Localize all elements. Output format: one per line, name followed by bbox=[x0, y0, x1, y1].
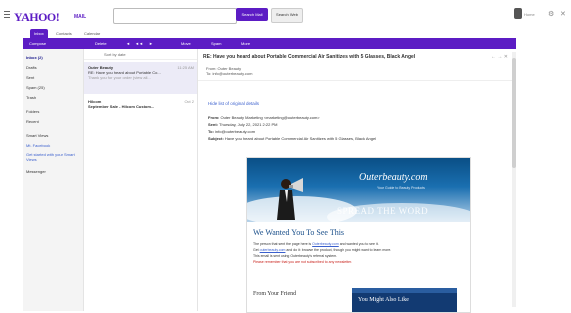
newsletter-heading: We Wanted You To See This bbox=[253, 228, 345, 237]
tab-calendar[interactable]: Calendar bbox=[80, 29, 104, 38]
message-subject: September Sale - Hilcom Custom... bbox=[88, 104, 155, 109]
box-top-bar bbox=[352, 288, 457, 293]
email-subject: RE: Have you heard about Portable Commer… bbox=[203, 54, 416, 60]
close-icon[interactable]: ✕ bbox=[560, 10, 566, 18]
list-item[interactable]: Hilcom Oct 2 September Sale - Hilcom Cus… bbox=[88, 99, 194, 109]
menu-icon[interactable] bbox=[4, 11, 10, 18]
header-to: To: info@outerbeauty.com bbox=[208, 129, 256, 134]
newsletter-line: Get outerbeauty.com and do it: browse th… bbox=[253, 248, 392, 252]
reading-pane: RE: Have you heard about Portable Commer… bbox=[198, 49, 516, 313]
hero-text: SPREAD THE WORD bbox=[337, 206, 429, 216]
hide-details-link[interactable]: Hide list of original details bbox=[208, 101, 259, 106]
newsletter-line: The person that sent the page here is Ou… bbox=[253, 242, 379, 246]
scrollbar-thumb[interactable] bbox=[512, 58, 516, 168]
spam-button[interactable]: Spam bbox=[211, 38, 221, 49]
forward-icon[interactable]: ► bbox=[149, 38, 153, 49]
gear-icon[interactable]: ⚙ bbox=[548, 10, 554, 18]
message-date: 11:25 AM bbox=[177, 65, 194, 70]
newsletter-link[interactable]: outerbeauty.com bbox=[260, 248, 286, 252]
newsletter-body: Outerbeauty.com Your Guide to Beauty Pro… bbox=[246, 157, 471, 313]
delete-button[interactable]: Delete bbox=[95, 38, 107, 49]
recommendation-box[interactable]: You Might Also Like bbox=[352, 288, 457, 312]
megaphone-man-image bbox=[277, 178, 303, 220]
sidebar-item-drafts[interactable]: Drafts bbox=[26, 65, 37, 70]
logo-sublabel: MAIL bbox=[74, 14, 87, 20]
search-mail-button[interactable]: Search Mail bbox=[236, 8, 268, 21]
sidebar-item-inbox[interactable]: Inbox (2) bbox=[26, 55, 43, 60]
sidebar-smart-views[interactable]: Smart Views bbox=[26, 133, 48, 138]
search-input[interactable] bbox=[113, 8, 237, 24]
header-from: From: Outer Beauty Marketing <marketing@… bbox=[208, 115, 320, 120]
sender-block: From: Outer Beauty To: info@outerbeauty.… bbox=[206, 66, 252, 76]
message-date: Oct 2 bbox=[184, 99, 194, 104]
user-avatar-icon[interactable] bbox=[514, 8, 522, 19]
brand-tagline: Your Guide to Beauty Products bbox=[377, 186, 425, 190]
header-sent: Sent: Thursday, July 22, 2021 2:22 PM bbox=[208, 122, 278, 127]
search-web-button[interactable]: Search Web bbox=[271, 8, 303, 23]
yahoo-logo[interactable]: YAHOO! bbox=[14, 10, 60, 25]
header-subject: Subject: Have you heard about Portable C… bbox=[208, 136, 377, 141]
tab-contacts[interactable]: Contacts bbox=[52, 29, 76, 38]
sidebar-item-smart-views-help[interactable]: Get started with your Smart Views bbox=[26, 152, 78, 162]
from-friend-heading: From Your Friend bbox=[253, 291, 297, 297]
move-button[interactable]: Move bbox=[181, 38, 191, 49]
sort-dropdown[interactable]: Sort by date bbox=[104, 52, 126, 57]
newsletter-warning: Please remember that you are not subscri… bbox=[253, 260, 353, 264]
divider bbox=[198, 80, 516, 81]
message-list: Sort by date Outer Beauty 11:25 AM RE: H… bbox=[84, 49, 198, 311]
more-button[interactable]: More bbox=[241, 38, 250, 49]
box-title: You Might Also Like bbox=[358, 297, 409, 303]
pane-nav-icons[interactable]: ← → ✕ bbox=[491, 54, 508, 60]
sidebar-item-recent[interactable]: Recent bbox=[26, 119, 39, 124]
reply-icon[interactable]: ◄ bbox=[126, 38, 130, 49]
sidebar-item-trash[interactable]: Trash bbox=[26, 95, 36, 100]
brand-name: Outerbeauty.com bbox=[359, 172, 428, 183]
newsletter-link[interactable]: Outerbeauty.com bbox=[312, 242, 339, 246]
sidebar-messenger[interactable]: Messenger bbox=[26, 169, 46, 174]
list-item[interactable]: Outer Beauty 11:25 AM RE: Have you heard… bbox=[88, 65, 194, 80]
tab-inbox[interactable]: Inbox bbox=[30, 29, 48, 38]
folder-sidebar: Inbox (2) Drafts Sent Spam (25) Trash Fo… bbox=[23, 49, 84, 311]
recipient-label: To: info@outerbeauty.com bbox=[206, 71, 253, 76]
sidebar-item-spam[interactable]: Spam (25) bbox=[26, 85, 45, 90]
reply-all-icon[interactable]: ◄◄ bbox=[135, 38, 143, 49]
sidebar-item-sent[interactable]: Sent bbox=[26, 75, 34, 80]
toolbar: Compose Delete ◄ ◄◄ ► Move Spam More bbox=[23, 38, 516, 49]
sidebar-item-folders[interactable]: Folders bbox=[26, 109, 39, 114]
sidebar-item-facebook[interactable]: Mt. Facebook bbox=[26, 143, 50, 148]
message-preview: Thank you for your order (view all... bbox=[88, 75, 151, 80]
sort-bar: Sort by date bbox=[84, 49, 197, 60]
compose-button[interactable]: Compose bbox=[29, 38, 46, 49]
newsletter-line: This email is sent using Outerbeauty's r… bbox=[253, 254, 338, 258]
hero-banner: Outerbeauty.com Your Guide to Beauty Pro… bbox=[247, 158, 470, 222]
top-header: YAHOO! MAIL Search Mail Search Web Home … bbox=[0, 0, 571, 26]
user-name[interactable]: Home bbox=[524, 12, 535, 17]
